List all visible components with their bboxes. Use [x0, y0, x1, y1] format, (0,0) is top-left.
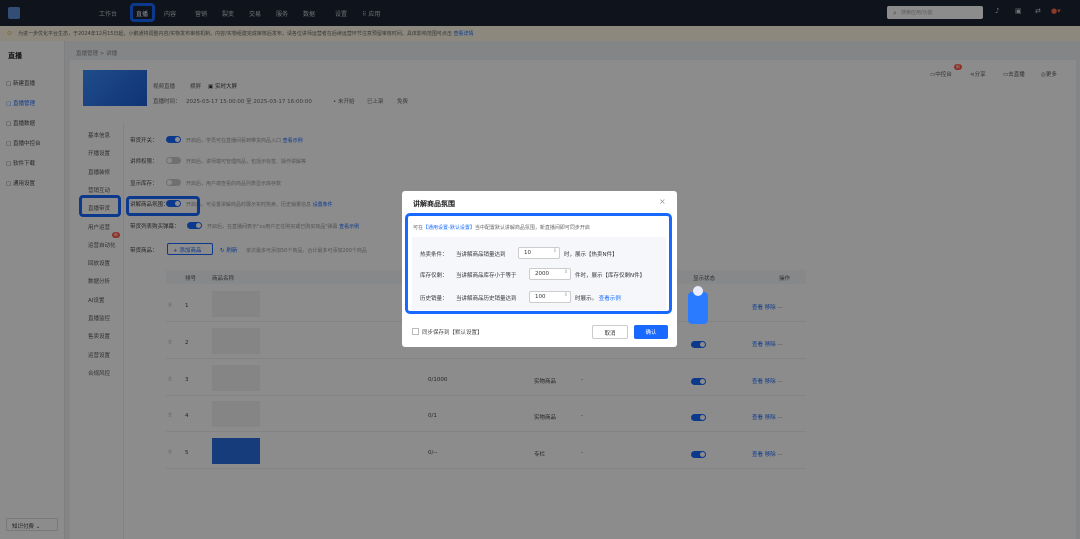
condition-value: 2000	[535, 271, 549, 277]
dialog-title: 讲解商品氛围	[413, 200, 455, 208]
assistant-robot-icon[interactable]	[688, 286, 708, 324]
condition-after-text: 时，展示【热卖N件】	[564, 252, 618, 258]
condition-value: 100	[535, 294, 546, 300]
condition-label: 历史销量：	[420, 296, 448, 302]
sync-default-checkbox[interactable]	[412, 328, 419, 335]
condition-after-text: 时展示。	[575, 296, 598, 302]
sync-default-label: 同步保存到【默认设置】	[422, 330, 483, 336]
note-suffix: 当中配置默认讲解商品氛围，新直播间即可同步开启	[474, 225, 590, 231]
condition-label: 库存仅剩：	[420, 273, 448, 279]
stepper-icon[interactable]: ⇕	[553, 248, 557, 254]
condition-label: 热卖条件：	[420, 252, 448, 258]
close-icon[interactable]: ×	[659, 197, 666, 206]
condition-value-input[interactable]: 100 ⇕	[529, 291, 571, 303]
dialog-note: 可在【通用设置-默认设置】当中配置默认讲解商品氛围，新直播间即可同步开启	[413, 224, 590, 231]
confirm-button[interactable]: 确认	[634, 325, 668, 339]
condition-after-text: 件时，展示【库存仅剩N件】	[575, 273, 646, 279]
cancel-button[interactable]: 取消	[592, 325, 628, 339]
condition-text: 当讲解商品库存小于等于	[456, 273, 517, 279]
stepper-icon[interactable]: ⇕	[564, 292, 568, 298]
condition-after: 时展示。 查看示例	[575, 294, 621, 302]
condition-value: 10	[524, 250, 531, 256]
condition-value-input[interactable]: 2000 ⇕	[529, 268, 571, 280]
default-settings-link[interactable]: 【通用设置-默认设置】	[423, 225, 475, 231]
condition-text: 当讲解商品销量达到	[456, 252, 506, 258]
stepper-icon[interactable]: ⇕	[564, 269, 568, 275]
condition-text: 当讲解商品历史销量达到	[456, 296, 517, 302]
note-prefix: 可在	[413, 225, 424, 231]
view-example-link[interactable]: 查看示例	[599, 296, 621, 302]
condition-value-input[interactable]: 10 ⇕	[518, 247, 560, 259]
condition-after: 件时，展示【库存仅剩N件】	[575, 271, 645, 279]
condition-after: 时，展示【热卖N件】	[564, 250, 618, 258]
